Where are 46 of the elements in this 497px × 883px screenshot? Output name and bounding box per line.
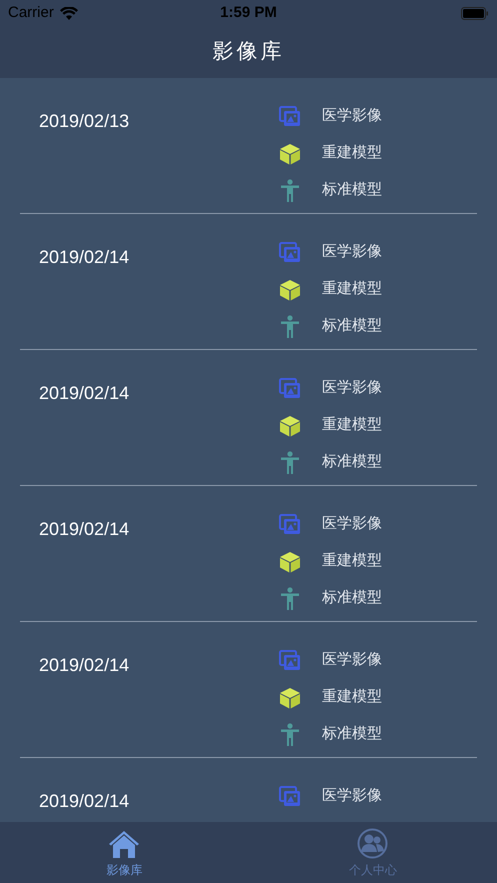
record-date: 2019/02/14 — [39, 247, 130, 267]
cube-icon — [279, 278, 301, 300]
tab[interactable]: 影像库 — [0, 822, 248, 883]
person-icon — [280, 450, 300, 474]
record-link[interactable]: 标准模型 — [322, 315, 382, 338]
cube-icon — [279, 142, 301, 164]
person-icon — [280, 722, 300, 746]
record-link[interactable]: 标准模型 — [322, 451, 382, 474]
battery-icon — [461, 6, 489, 20]
record-link[interactable]: 医学影像 — [322, 241, 382, 264]
person-icon — [280, 178, 300, 202]
record-link[interactable]: 医学影像 — [322, 785, 382, 808]
record-link[interactable]: 医学影像 — [322, 105, 382, 128]
clock-time: 1:59 PM — [220, 2, 277, 23]
person-icon — [280, 314, 300, 338]
photos-icon — [279, 106, 301, 128]
photos-icon — [279, 242, 301, 264]
photos-icon — [279, 378, 301, 400]
record-link[interactable]: 医学影像 — [322, 649, 382, 672]
carrier-label: Carrier — [8, 2, 54, 23]
record-date: 2019/02/14 — [39, 519, 130, 539]
record-link[interactable]: 标准模型 — [322, 587, 382, 610]
record-date: 2019/02/14 — [39, 655, 130, 675]
wifi-icon — [60, 6, 78, 20]
cube-icon — [279, 414, 301, 436]
record-link[interactable]: 重建模型 — [322, 550, 382, 573]
photos-icon — [279, 786, 301, 808]
record-link[interactable]: 标准模型 — [322, 179, 382, 202]
photos-icon — [279, 650, 301, 672]
record-link[interactable]: 医学影像 — [322, 377, 382, 400]
record-link[interactable]: 重建模型 — [322, 414, 382, 437]
record-link[interactable]: 重建模型 — [322, 142, 382, 165]
photos-icon — [279, 514, 301, 536]
page-title: 影像库 — [212, 39, 284, 66]
record-date: 2019/02/13 — [39, 111, 130, 131]
record-link[interactable]: 标准模型 — [322, 723, 382, 746]
record-date: 2019/02/14 — [39, 383, 130, 403]
cube-icon — [279, 686, 301, 708]
record-date: 2019/02/14 — [39, 791, 130, 811]
home-icon — [108, 828, 140, 858]
record-link[interactable]: 医学影像 — [322, 513, 382, 536]
people-icon — [357, 828, 388, 859]
cube-icon — [279, 550, 301, 572]
record-link[interactable]: 重建模型 — [322, 278, 382, 301]
person-icon — [280, 586, 300, 610]
record-link[interactable]: 重建模型 — [322, 686, 382, 709]
